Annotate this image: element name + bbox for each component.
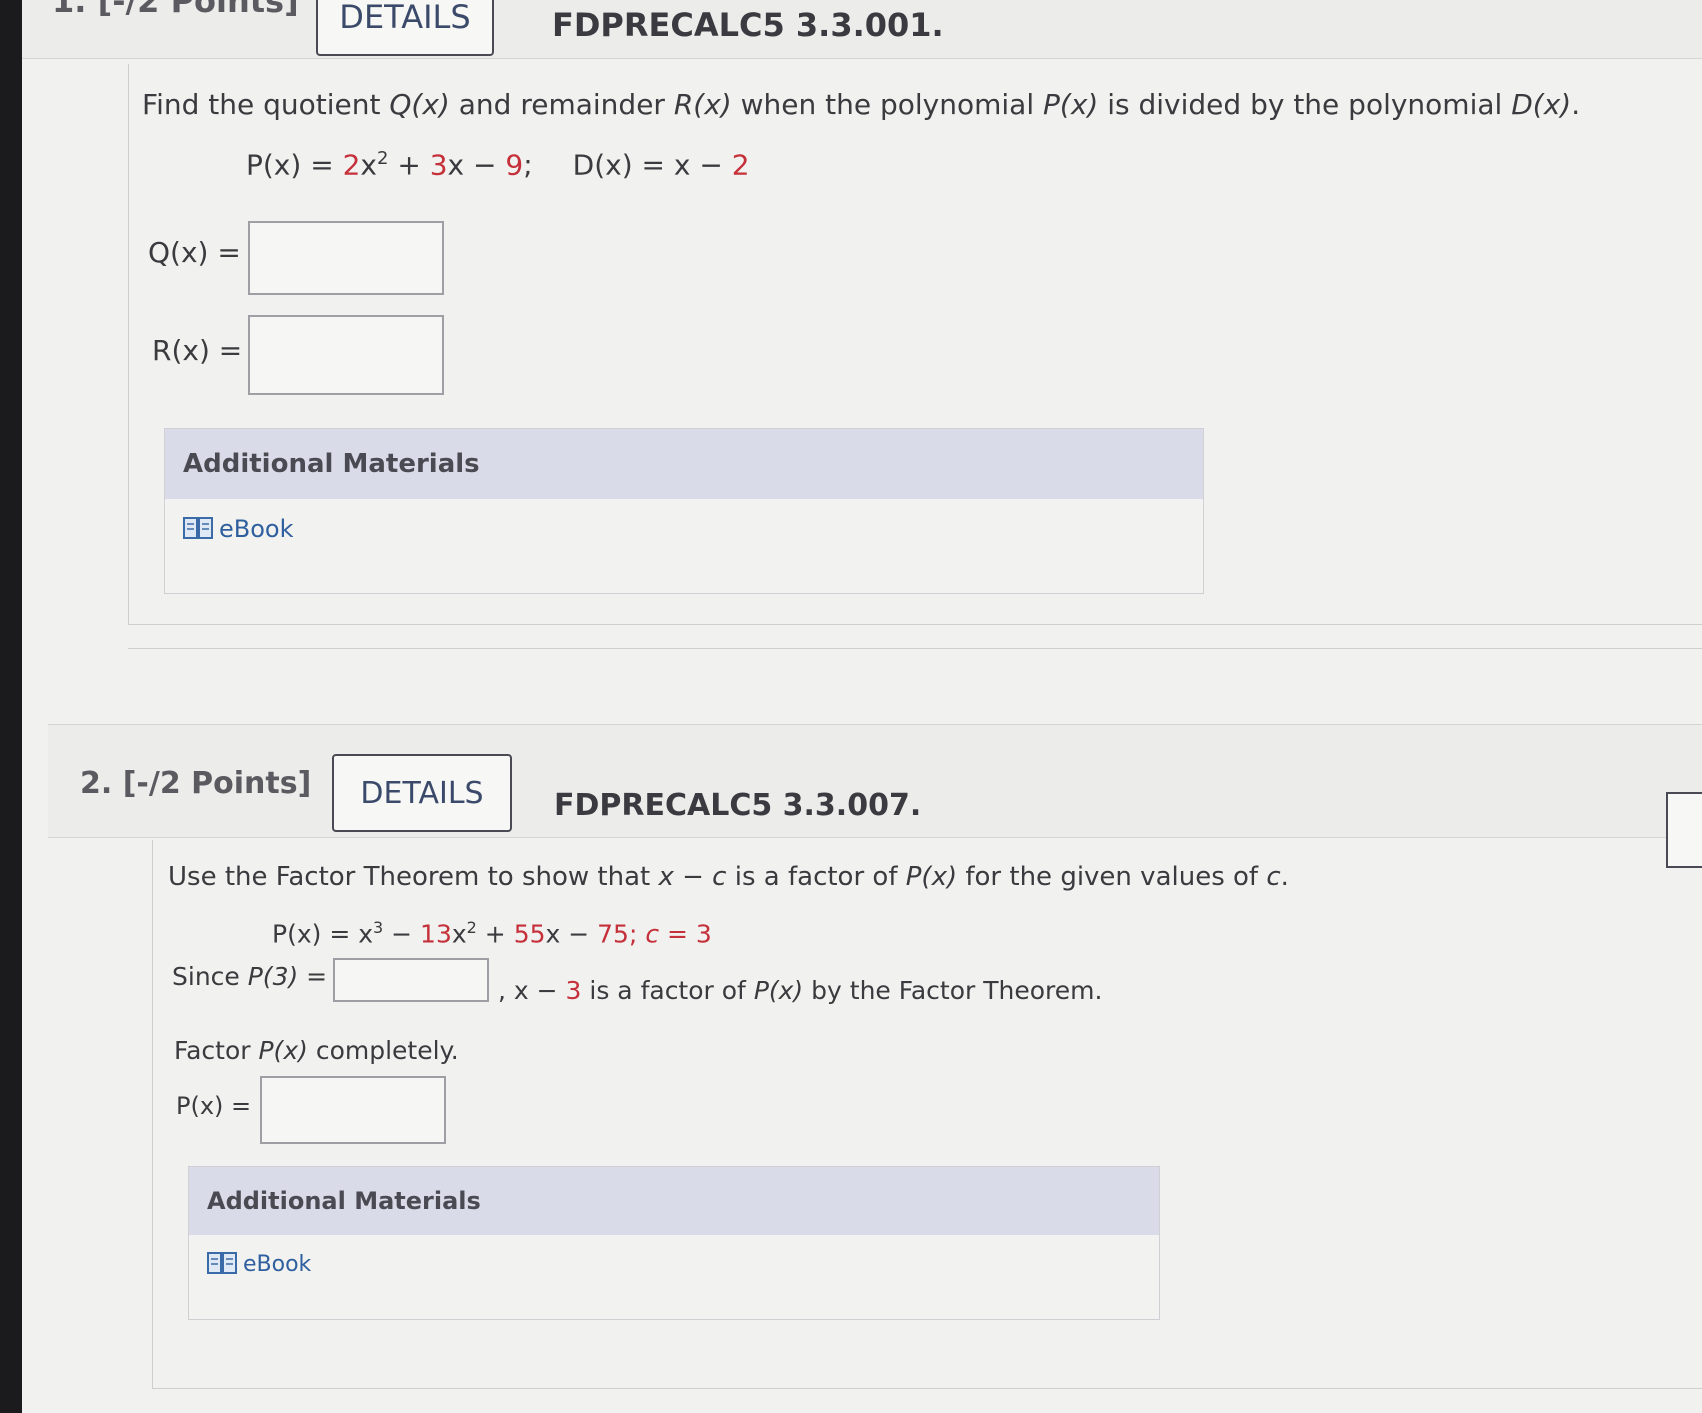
formula-text: x — [447, 148, 465, 182]
prompt-text: is a factor of — [726, 862, 906, 892]
prompt-text: Use the Factor Theorem to show that — [168, 862, 659, 892]
question-2-formula: P(x) = x3 − 13x2 + 55x − 75; c = 3 — [272, 918, 712, 948]
r-symbol: R(x) — [673, 88, 732, 121]
since-text: , x − — [498, 976, 566, 1005]
exponent: 2 — [376, 148, 389, 169]
book-icon — [183, 517, 213, 539]
factor-text: completely. — [307, 1036, 459, 1065]
question-1-prompt: Find the quotient Q(x) and remainder R(x… — [142, 88, 1580, 121]
p-label: P(x) = — [176, 1092, 252, 1120]
coefficient: 3 — [695, 919, 712, 949]
formula-text: = — [659, 919, 696, 949]
book-icon — [207, 1252, 237, 1274]
question-2-additional-materials: Additional Materials eBook — [188, 1166, 1160, 1320]
q-symbol: Q(x) — [389, 88, 450, 121]
formula-text: P(x) = x — [272, 919, 374, 949]
q-answer-input[interactable] — [248, 221, 444, 295]
p-symbol: P(x) — [905, 862, 958, 892]
ebook-link[interactable]: eBook — [207, 1251, 311, 1277]
r-label: R(x) = — [152, 334, 243, 367]
coefficient: 2 — [731, 148, 750, 182]
question-1-code: FDPRECALC5 3.3.001. — [552, 6, 944, 44]
since-text: Since — [172, 962, 248, 991]
prompt-text: for the given values of — [957, 862, 1267, 892]
since-line: Since P(3) = — [172, 962, 327, 991]
question-1-details-button[interactable]: DETAILS — [316, 0, 494, 56]
c-symbol: c — [645, 919, 660, 949]
x-minus-c: x − c — [658, 862, 727, 892]
formula-text: − — [464, 148, 506, 182]
c-symbol: c — [1266, 862, 1281, 892]
formula-text: x — [545, 919, 561, 949]
assignment-page: 1. [-/2 Points] DETAILS FDPRECALC5 3.3.0… — [22, 0, 1702, 1413]
p3-symbol: P(3) — [247, 962, 299, 991]
formula-text: ; — [628, 919, 646, 949]
prompt-text: when the polynomial — [731, 88, 1044, 121]
prompt-text: Find the quotient — [142, 88, 390, 121]
factor-text: Factor — [174, 1036, 259, 1065]
ebook-label: eBook — [243, 1251, 312, 1277]
additional-materials-header: Additional Materials — [189, 1167, 1159, 1235]
prompt-text: . — [1571, 88, 1581, 121]
formula-text: + — [388, 148, 430, 182]
question-2-points: 2. [-/2 Points] — [80, 766, 312, 801]
additional-materials-title: Additional Materials — [183, 449, 480, 479]
ebook-link[interactable]: eBook — [183, 515, 294, 543]
formula-text: P(x) = — [246, 148, 343, 182]
formula-text: D(x) = x − — [572, 148, 732, 182]
r-answer-input[interactable] — [248, 315, 444, 395]
additional-materials-header: Additional Materials — [165, 429, 1203, 499]
formula-text: + — [476, 919, 514, 949]
q-label: Q(x) = — [148, 236, 241, 269]
coefficient: 55 — [513, 919, 546, 949]
d-symbol: D(x) — [1511, 88, 1572, 121]
ebook-label: eBook — [219, 515, 294, 543]
factor-answer-input[interactable] — [260, 1076, 446, 1144]
coefficient: 9 — [505, 148, 524, 182]
prompt-text: . — [1280, 862, 1289, 892]
question-1-formula: P(x) = 2x2 + 3x − 9; D(x) = x − 2 — [246, 148, 750, 181]
exponent: 2 — [466, 918, 477, 937]
exponent: 3 — [373, 918, 384, 937]
formula-text: x — [360, 148, 377, 182]
coefficient: 3 — [429, 148, 448, 182]
p-symbol: P(x) — [258, 1036, 308, 1065]
formula-text: − — [560, 919, 598, 949]
coefficient: 2 — [342, 148, 361, 182]
since-text: by the Factor Theorem. — [803, 976, 1103, 1005]
coefficient: 3 — [565, 976, 582, 1005]
formula-text: − — [383, 919, 421, 949]
p-symbol: P(x) — [1043, 88, 1099, 121]
p3-answer-input[interactable] — [333, 958, 489, 1002]
factor-instruction: Factor P(x) completely. — [174, 1036, 459, 1065]
formula-text: x — [451, 919, 467, 949]
question-divider — [128, 648, 1702, 649]
since-text: = — [298, 962, 328, 991]
question-2-code: FDPRECALC5 3.3.007. — [554, 788, 922, 823]
coefficient: 75 — [597, 919, 629, 949]
prompt-text: is divided by the polynomial — [1098, 88, 1512, 121]
prompt-text: and remainder — [449, 88, 674, 121]
question-1-points: 1. [-/2 Points] — [52, 0, 299, 20]
since-text: is a factor of — [581, 976, 754, 1005]
question-2-prompt: Use the Factor Theorem to show that x − … — [168, 862, 1289, 892]
coefficient: 13 — [420, 919, 452, 949]
p-symbol: P(x) — [753, 976, 804, 1005]
question-1-additional-materials: Additional Materials eBook — [164, 428, 1204, 594]
formula-text: ; — [523, 148, 533, 182]
since-tail: , x − 3 is a factor of P(x) by the Facto… — [498, 976, 1102, 1005]
question-2-details-button[interactable]: DETAILS — [332, 754, 512, 832]
additional-materials-title: Additional Materials — [207, 1187, 481, 1215]
